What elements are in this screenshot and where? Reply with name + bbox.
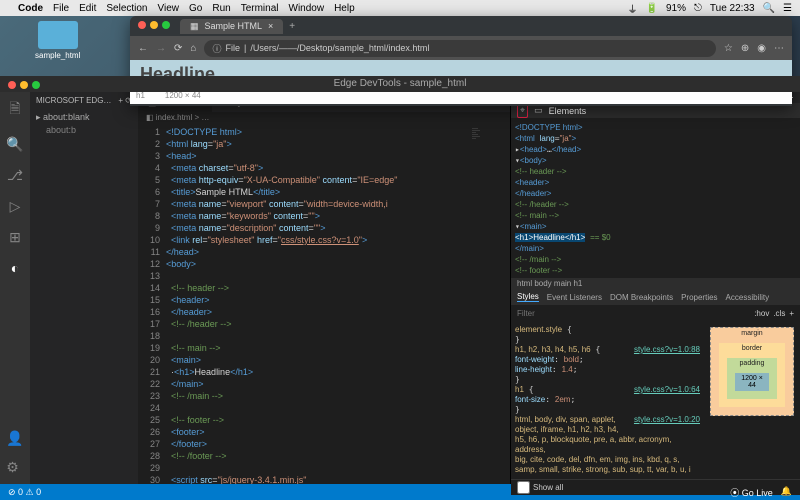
new-rule-icon[interactable]: + xyxy=(789,309,794,318)
browser-tabbar: ▦ Sample HTML × + xyxy=(130,16,792,36)
tree-item[interactable]: ▸ about:blank xyxy=(36,111,132,124)
desktop-folder[interactable]: sample_html xyxy=(35,21,80,60)
folder-icon xyxy=(38,21,78,49)
traffic-close-icon[interactable] xyxy=(138,21,146,29)
macos-menubar: Code File Edit Selection View Go Run Ter… xyxy=(0,0,800,16)
file-badge-icon: ⓘ xyxy=(212,42,221,55)
overlay-tag: h1 xyxy=(136,91,145,103)
account-icon[interactable]: 👤 xyxy=(6,430,23,447)
menu-window[interactable]: Window xyxy=(289,3,325,14)
sidebar: MICROSOFT EDG… + ⟳ ▸ about:blank about:b xyxy=(30,92,138,484)
battery-icon[interactable]: 🔋 xyxy=(646,3,658,14)
breadcrumb[interactable]: ◧ index.html > … xyxy=(138,112,510,126)
address-bar[interactable]: ⓘ File | /Users/——/Desktop/sample_html/i… xyxy=(204,40,715,57)
accessibility-tab[interactable]: Accessibility xyxy=(726,293,770,302)
folder-label: sample_html xyxy=(35,51,80,60)
menu-run[interactable]: Run xyxy=(212,3,230,14)
overlay-dims: 1200 × 44 xyxy=(165,91,201,103)
extensions-icon[interactable]: ⊞ xyxy=(9,229,21,246)
nav-fwd-icon[interactable]: → xyxy=(156,43,166,54)
sidebar-tree: ▸ about:blank about:b xyxy=(30,109,138,138)
explorer-icon[interactable]: 🗎 xyxy=(9,98,20,122)
win-min-icon[interactable] xyxy=(20,81,28,89)
cls-toggle[interactable]: .cls xyxy=(773,309,785,318)
edge-devtools-icon[interactable]: ◐ xyxy=(11,260,19,276)
menu-selection[interactable]: Selection xyxy=(106,3,147,14)
profile-icon[interactable]: ◉ xyxy=(757,43,766,54)
spotlight-icon[interactable]: 🔍 xyxy=(763,3,775,14)
notifications-icon[interactable]: 🔔 xyxy=(781,486,792,499)
editor-group: ◧index.html #style.css ◧ index.html > … … xyxy=(138,92,510,484)
collections-icon[interactable]: ⊕ xyxy=(741,43,749,54)
devtools-panel: ▦ Edge DevTools × ▥ ⋯ ⌖ ▭ Elements <!DOC… xyxy=(510,92,800,484)
browser-tab[interactable]: ▦ Sample HTML × xyxy=(180,19,283,34)
desktop: sample_html ▦ Sample HTML × + ← → ⟳ ⌂ ⓘ … xyxy=(0,16,800,76)
show-all-label: Show all xyxy=(533,483,563,492)
dom-breakpoints-tab[interactable]: DOM Breakpoints xyxy=(610,293,673,302)
controlcenter-icon[interactable]: ☰ xyxy=(783,3,792,14)
vscode-titlebar: Edge DevTools - sample_html xyxy=(0,76,800,92)
tree-item[interactable]: about:b xyxy=(36,124,132,136)
tab-favicon-icon: ▦ xyxy=(190,21,199,32)
styles-filter-input[interactable] xyxy=(517,309,750,318)
minimap[interactable]: ▬▬▬▬▬▬▬▬▬▬▬▬▬▬▬▬▬▬ xyxy=(470,126,510,484)
traffic-min-icon[interactable] xyxy=(150,21,158,29)
properties-tab[interactable]: Properties xyxy=(681,293,717,302)
activity-bar: 🗎 🔍 ⎇ ▷ ⊞ ◐ 👤 ⚙ xyxy=(0,92,30,484)
url-scheme: File xyxy=(225,43,240,53)
gear-icon[interactable]: ⚙ xyxy=(6,459,23,476)
menu-help[interactable]: Help xyxy=(334,3,355,14)
win-max-icon[interactable] xyxy=(32,81,40,89)
box-content: 1200 × 44 xyxy=(735,373,769,391)
nav-reload-icon[interactable]: ⟳ xyxy=(174,43,182,54)
menu-terminal[interactable]: Terminal xyxy=(241,3,279,14)
window-title: Edge DevTools - sample_html xyxy=(334,78,467,89)
menu-file[interactable]: File xyxy=(53,3,69,14)
battery-pct: 91% xyxy=(666,3,686,14)
clock: Tue 22:33 xyxy=(710,3,755,14)
sidebar-add-icon[interactable]: + xyxy=(118,96,123,105)
menu-icon[interactable]: ⋯ xyxy=(774,43,784,54)
status-problems[interactable]: ⊘ 0 ⚠ 0 xyxy=(8,487,41,498)
scm-icon[interactable]: ⎇ xyxy=(7,167,23,184)
search-icon[interactable]: 🔍 xyxy=(6,136,23,153)
new-tab-icon[interactable]: + xyxy=(289,21,295,32)
browser-toolbar: ← → ⟳ ⌂ ⓘ File | /Users/——/Desktop/sampl… xyxy=(130,36,792,60)
devtools-tab-elements[interactable]: Elements xyxy=(549,106,587,116)
menu-edit[interactable]: Edit xyxy=(79,3,96,14)
menu-view[interactable]: View xyxy=(158,3,180,14)
styles-tab[interactable]: Styles xyxy=(517,292,539,302)
menu-go[interactable]: Go xyxy=(189,3,202,14)
styles-rules[interactable]: element.style {}style.css?v=1.0:88h1, h2… xyxy=(511,321,704,479)
device-toolbar-icon[interactable]: ▭ xyxy=(534,105,543,116)
win-close-icon[interactable] xyxy=(8,81,16,89)
browser-window: ▦ Sample HTML × + ← → ⟳ ⌂ ⓘ File | /User… xyxy=(130,16,792,106)
debug-icon[interactable]: ▷ xyxy=(10,198,21,215)
hov-toggle[interactable]: :hov xyxy=(754,309,769,318)
box-model[interactable]: margin border padding 1200 × 44 xyxy=(704,321,800,479)
wifi-icon[interactable]: ⏚ xyxy=(628,1,638,16)
menu-app[interactable]: Code xyxy=(18,3,43,14)
inspect-overlay: h1 1200 × 44 xyxy=(130,90,792,104)
sidebar-title: MICROSOFT EDG… xyxy=(36,96,111,105)
nav-home-icon[interactable]: ⌂ xyxy=(190,43,196,54)
traffic-max-icon[interactable] xyxy=(162,21,170,29)
favorites-icon[interactable]: ☆ xyxy=(724,43,733,54)
elements-breadcrumb[interactable]: html body main h1 xyxy=(511,278,800,289)
tab-close-icon[interactable]: × xyxy=(268,21,273,31)
bluetooth-icon[interactable]: ⎋ xyxy=(694,3,702,14)
nav-back-icon[interactable]: ← xyxy=(138,43,148,54)
code-editor[interactable]: 1234567891011121314151617181920212223242… xyxy=(138,126,510,484)
show-all-checkbox[interactable] xyxy=(517,481,530,494)
golive-button[interactable]: ⦿ Go Live xyxy=(730,486,773,499)
elements-tree[interactable]: <!DOCTYPE html><html lang="ja"> ▸<head>…… xyxy=(511,118,800,278)
url-path: /Users/——/Desktop/sample_html/index.html xyxy=(250,43,429,53)
tab-title: Sample HTML xyxy=(205,21,263,31)
event-listeners-tab[interactable]: Event Listeners xyxy=(547,293,602,302)
